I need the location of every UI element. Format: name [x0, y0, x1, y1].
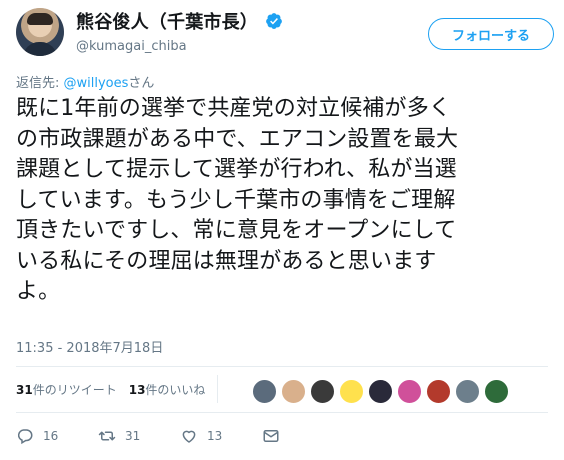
retweets-count: 31	[16, 382, 33, 397]
tweet-actions: 16 31 13	[16, 425, 344, 447]
tweet-header: 熊谷俊人（千葉市長） @kumagai_chiba フォローする	[14, 6, 554, 58]
tweet-stats: 31件のリツイート 13件のいいね	[16, 374, 228, 404]
likes-label: 件のいいね	[145, 382, 206, 397]
tweet-timestamp[interactable]: 11:35 - 2018年7月18日	[16, 337, 163, 356]
liker-avatar[interactable]	[426, 378, 451, 404]
tweet-text-line: 頂きたいですし、常に意見をオープンにして	[16, 218, 457, 243]
like-count: 13	[207, 429, 223, 443]
heart-icon	[182, 430, 196, 443]
display-name-row[interactable]: 熊谷俊人（千葉市長）	[76, 8, 283, 34]
liker-avatar[interactable]	[368, 378, 393, 404]
tweet-text: 既に1年前の選挙で共産党の対立候補が多く の市政課題がある中で、エアコン設置を最…	[16, 94, 556, 308]
avatar[interactable]	[16, 8, 64, 56]
liker-avatar[interactable]	[484, 378, 509, 404]
reply-icon	[17, 429, 33, 445]
user-info: 熊谷俊人（千葉市長） @kumagai_chiba	[76, 8, 283, 54]
stats-separator	[217, 375, 219, 403]
liker-avatar[interactable]	[252, 378, 277, 404]
reply-action[interactable]: 16	[16, 427, 98, 445]
follow-button[interactable]: フォローする	[428, 18, 554, 50]
likes-stat[interactable]: 13件のいいね	[129, 381, 206, 398]
retweet-action[interactable]: 31	[98, 427, 180, 445]
liker-avatar[interactable]	[310, 378, 335, 404]
likes-count: 13	[128, 382, 146, 397]
tweet-text-line: 課題として提示して選挙が行われ、私が当選	[16, 157, 457, 182]
reply-mention-link[interactable]: @willyoes	[64, 76, 129, 91]
liker-avatar[interactable]	[281, 378, 306, 404]
reply-to: 返信先: @willyoesさん	[16, 72, 154, 91]
retweets-label: 件のリツイート	[32, 382, 117, 397]
verified-badge-icon	[266, 13, 282, 29]
display-name[interactable]: 熊谷俊人（千葉市長）	[76, 8, 258, 34]
tweet-text-line: いる私にその理屈は無理があると思います	[16, 248, 437, 274]
reply-count: 16	[43, 429, 59, 443]
divider	[16, 366, 548, 367]
tweet-text-line: 既に1年前の選挙で共産党の対立候補が多く	[16, 96, 451, 121]
tweet-text-line: よ。	[16, 279, 61, 304]
like-action[interactable]: 13	[180, 427, 262, 445]
tweet-text-line: しています。もう少し千葉市の事情をご理解	[16, 187, 456, 213]
envelope-icon	[263, 430, 279, 442]
reply-to-prefix: 返信先:	[16, 76, 64, 91]
divider	[16, 412, 548, 413]
liker-avatar[interactable]	[397, 378, 422, 404]
retweet-icon	[98, 431, 116, 441]
retweets-stat[interactable]: 31件のリツイート	[16, 381, 117, 398]
liker-avatar[interactable]	[455, 378, 480, 404]
tweet-text-line: の市政課題がある中で、エアコン設置を最大	[16, 126, 459, 152]
dm-action[interactable]	[262, 427, 344, 445]
user-handle[interactable]: @kumagai_chiba	[76, 39, 283, 54]
retweet-count: 31	[125, 429, 141, 443]
liker-avatar[interactable]	[339, 378, 364, 404]
reply-to-suffix: さん	[128, 76, 155, 91]
liker-avatars	[252, 377, 509, 405]
